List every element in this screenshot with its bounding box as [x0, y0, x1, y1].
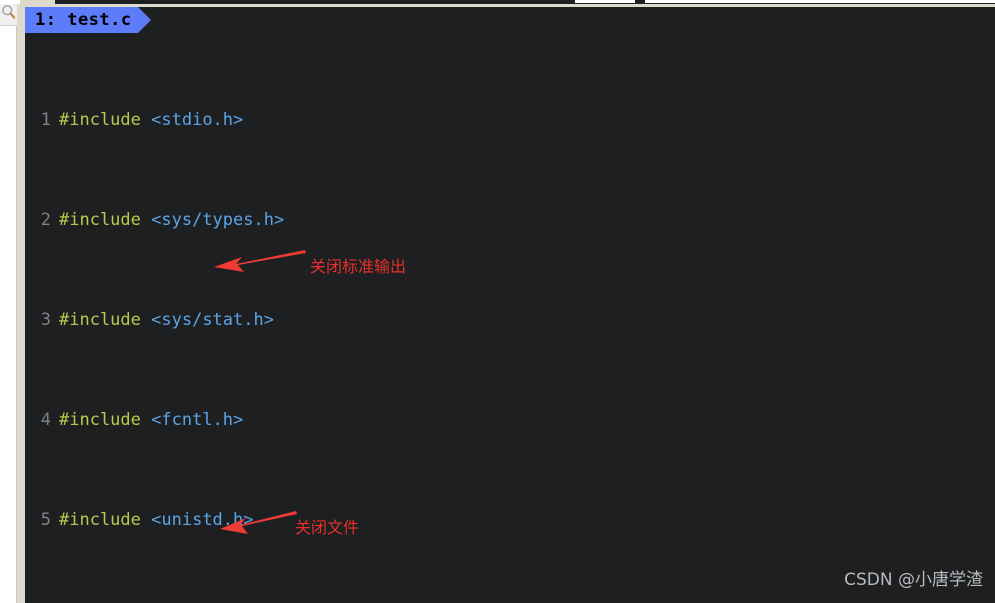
tab-test-c[interactable]: 1: test.c	[25, 7, 151, 33]
line-number: 4	[40, 410, 51, 430]
window-frame-left	[17, 0, 25, 603]
window-frame-white-top-right-2	[645, 0, 995, 3]
code-line-2[interactable]: 2 #include <sys/types.h>	[25, 208, 995, 233]
code-content[interactable]: 1 #include <stdio.h> 2 #include <sys/typ…	[25, 33, 995, 603]
code-line-4[interactable]: 4 #include <fcntl.h>	[25, 408, 995, 433]
line-source: #include <fcntl.h>	[59, 410, 244, 430]
left-side-strip	[0, 0, 17, 603]
line-source: #include <stdio.h>	[59, 110, 244, 130]
annotation-arrow-close-stdout	[212, 248, 307, 282]
annotation-label-close-stdout: 关闭标准输出	[310, 257, 407, 276]
code-line-5[interactable]: 5 #include <unistd.h>	[25, 508, 995, 533]
line-source: #include <sys/stat.h>	[59, 310, 274, 330]
watermark: CSDN @小唐学渣	[844, 570, 983, 590]
tab-bar: 1: test.c	[25, 7, 995, 33]
line-number: 3	[40, 310, 51, 330]
code-line-1[interactable]: 1 #include <stdio.h>	[25, 108, 995, 133]
annotation-label-close-file: 关闭文件	[295, 518, 360, 537]
annotation-arrow-close-file	[218, 509, 298, 543]
line-source: #include <sys/types.h>	[59, 210, 285, 230]
line-number: 1	[40, 110, 51, 130]
line-source: #include <unistd.h>	[59, 510, 254, 530]
window-frame-white-top-left	[0, 0, 20, 4]
line-number: 2	[40, 210, 51, 230]
tab-label: 1: test.c	[35, 10, 132, 30]
line-number: 5	[40, 510, 51, 530]
search-icon[interactable]	[1, 4, 16, 20]
code-editor-window: 1: test.c 1 #include <stdio.h> 2 #includ…	[0, 0, 995, 603]
code-line-3[interactable]: 3 #include <sys/stat.h>	[25, 308, 995, 333]
window-frame-white-top-right	[575, 0, 635, 3]
